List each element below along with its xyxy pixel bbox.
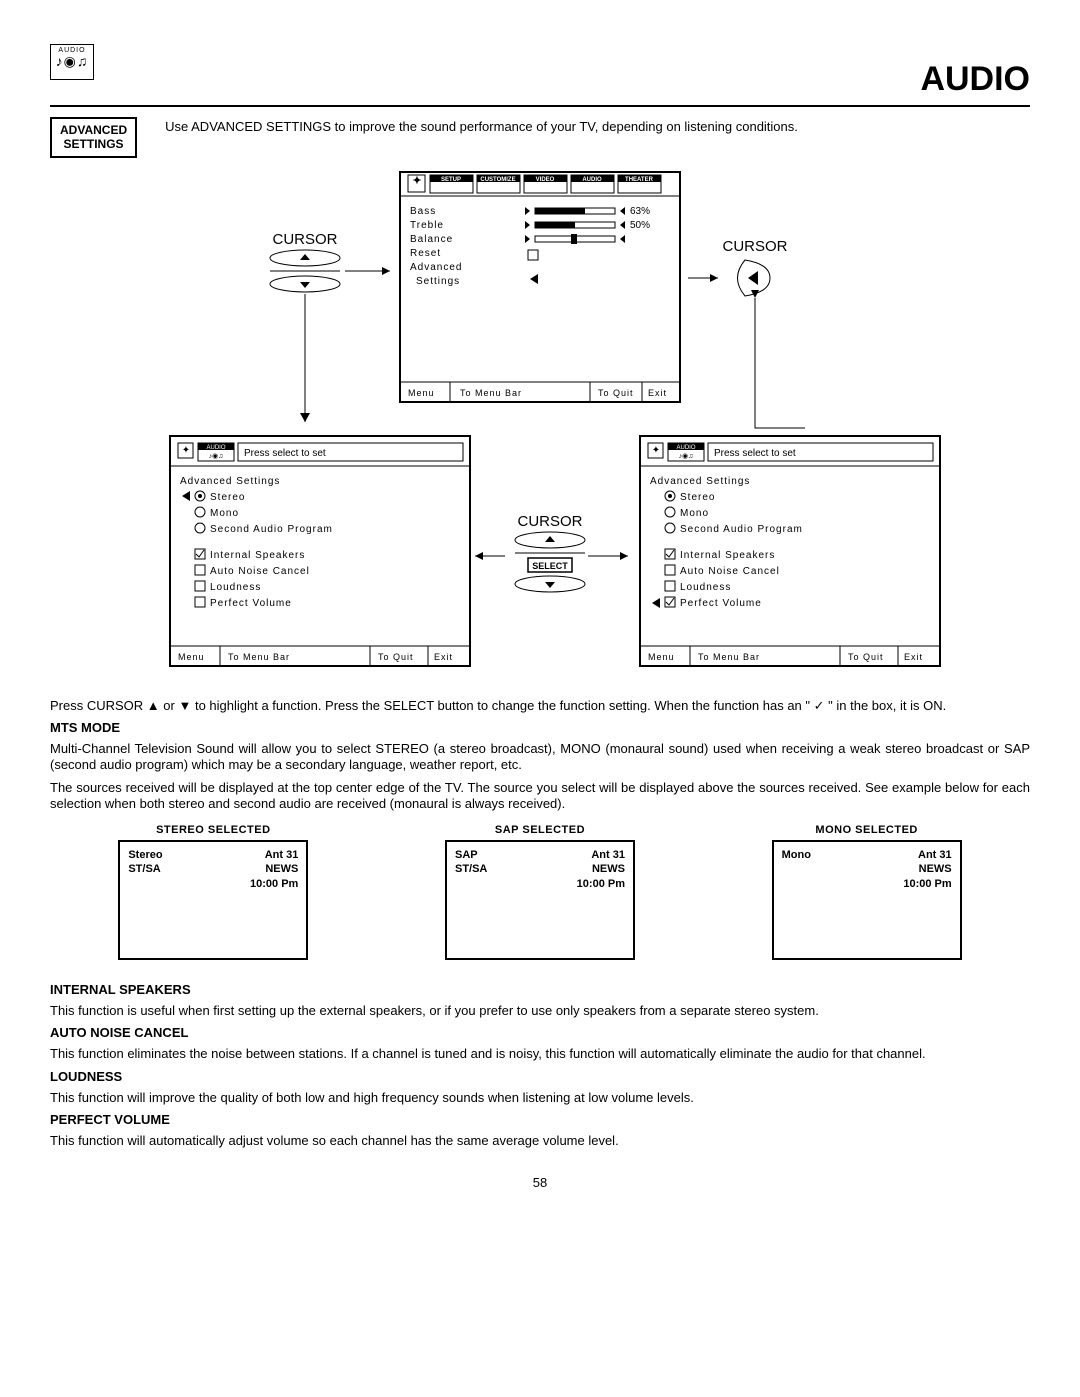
divider bbox=[50, 105, 1030, 107]
sap-l2: ST/SA bbox=[455, 862, 487, 876]
audio-corner-icon: AUDIO ♪◉♫ bbox=[50, 44, 94, 80]
stereo-r1: Ant 31 bbox=[250, 848, 298, 862]
cursor-label-left: CURSOR bbox=[272, 231, 337, 248]
subr-f-bar: To Menu Bar bbox=[698, 652, 760, 662]
sub-left-opt-stereo: Stereo bbox=[210, 492, 245, 503]
adv-line2: SETTINGS bbox=[64, 137, 124, 151]
sub-right-it-pv: Perfect Volume bbox=[680, 598, 762, 609]
subl-f-menu: Menu bbox=[178, 652, 205, 662]
main-footer-exit: Exit bbox=[648, 388, 667, 398]
sub-left-opt-mono: Mono bbox=[210, 508, 239, 519]
stereo-r3: 10:00 Pm bbox=[250, 877, 298, 891]
sub-right-it-anc: Auto Noise Cancel bbox=[680, 566, 780, 577]
subr-f-menu: Menu bbox=[648, 652, 675, 662]
sub-left-press: Press select to set bbox=[244, 448, 326, 459]
label-stereo-selected: STEREO SELECTED bbox=[118, 824, 308, 836]
label-mono-selected: MONO SELECTED bbox=[772, 824, 962, 836]
heading-loudness: LOUDNESS bbox=[50, 1069, 1030, 1084]
sub-right-icon-label: AUDIO bbox=[676, 445, 695, 451]
cursor-label-mid: CURSOR bbox=[517, 513, 582, 530]
box-stereo: Stereo ST/SA Ant 31 NEWS 10:00 Pm bbox=[118, 840, 308, 960]
tab-customize: CUSTOMIZE bbox=[480, 177, 515, 183]
sub-right-it-loud: Loudness bbox=[680, 582, 731, 593]
music-note-icon: ♪◉♫ bbox=[56, 54, 89, 68]
bass-value: 63% bbox=[630, 206, 650, 217]
para-cursor-instruction: Press CURSOR ▲ or ▼ to highlight a funct… bbox=[50, 698, 1030, 714]
svg-text:✦: ✦ bbox=[652, 445, 660, 456]
text-internal-speakers: This function is useful when first setti… bbox=[50, 1003, 1030, 1019]
sub-left-it-pv: Perfect Volume bbox=[210, 598, 292, 609]
select-button-label: SELECT bbox=[532, 561, 568, 571]
main-footer-bar: To Menu Bar bbox=[460, 388, 522, 398]
box-mono: Mono Ant 31 NEWS 10:00 Pm bbox=[772, 840, 962, 960]
mono-r1: Ant 31 bbox=[903, 848, 951, 862]
main-item-treble: Treble bbox=[410, 220, 444, 231]
text-anc: This function eliminates the noise betwe… bbox=[50, 1046, 1030, 1062]
heading-anc: AUTO NOISE CANCEL bbox=[50, 1025, 1030, 1040]
svg-text:✦: ✦ bbox=[182, 445, 190, 456]
label-sap-selected: SAP SELECTED bbox=[445, 824, 635, 836]
sub-right-press: Press select to set bbox=[714, 448, 796, 459]
subr-f-quit: To Quit bbox=[848, 652, 884, 662]
stereo-r2: NEWS bbox=[250, 862, 298, 876]
sap-r2: NEWS bbox=[577, 862, 625, 876]
heading-internal-speakers: INTERNAL SPEAKERS bbox=[50, 982, 1030, 997]
main-footer-quit: To Quit bbox=[598, 388, 634, 398]
advanced-settings-box: ADVANCED SETTINGS bbox=[50, 117, 137, 158]
sub-right-opt-stereo: Stereo bbox=[680, 492, 715, 503]
tab-theater: THEATER bbox=[625, 177, 654, 183]
sub-left-icon-label: AUDIO bbox=[206, 445, 225, 451]
text-loudness: This function will improve the quality o… bbox=[50, 1090, 1030, 1106]
stereo-l1: Stereo bbox=[128, 848, 162, 862]
mono-r3: 10:00 Pm bbox=[903, 877, 951, 891]
heading-perfect-volume: PERFECT VOLUME bbox=[50, 1112, 1030, 1127]
svg-text:♪◉♫: ♪◉♫ bbox=[209, 453, 224, 460]
sub-left-title: Advanced Settings bbox=[180, 476, 280, 487]
box-sap: SAP ST/SA Ant 31 NEWS 10:00 Pm bbox=[445, 840, 635, 960]
subl-f-bar: To Menu Bar bbox=[228, 652, 290, 662]
main-item-advanced: Advanced bbox=[410, 262, 462, 273]
tab-audio: AUDIO bbox=[582, 177, 602, 183]
main-item-settings: Settings bbox=[416, 276, 460, 287]
page-number: 58 bbox=[50, 1175, 1030, 1190]
sub-right-title: Advanced Settings bbox=[650, 476, 750, 487]
sub-right-it-int: Internal Speakers bbox=[680, 550, 775, 561]
sap-r3: 10:00 Pm bbox=[577, 877, 625, 891]
page-title: AUDIO bbox=[50, 60, 1030, 99]
sub-left-it-int: Internal Speakers bbox=[210, 550, 305, 561]
stereo-l2: ST/SA bbox=[128, 862, 162, 876]
intro-text: Use ADVANCED SETTINGS to improve the sou… bbox=[137, 117, 1030, 134]
tab-video: VIDEO bbox=[536, 177, 555, 183]
mono-r2: NEWS bbox=[903, 862, 951, 876]
mts-p1: Multi-Channel Television Sound will allo… bbox=[50, 741, 1030, 774]
sub-right-opt-mono: Mono bbox=[680, 508, 709, 519]
sub-right-opt-sap: Second Audio Program bbox=[680, 524, 803, 535]
cursor-label-right: CURSOR bbox=[722, 238, 787, 255]
mono-l1: Mono bbox=[782, 848, 811, 862]
subl-f-exit: Exit bbox=[434, 652, 453, 662]
svg-text:✦: ✦ bbox=[412, 175, 421, 187]
sap-l1: SAP bbox=[455, 848, 487, 862]
treble-value: 50% bbox=[630, 220, 650, 231]
svg-text:♪◉♫: ♪◉♫ bbox=[679, 453, 694, 460]
mts-p2: The sources received will be displayed a… bbox=[50, 780, 1030, 813]
main-item-reset: Reset bbox=[410, 248, 441, 259]
text-perfect-volume: This function will automatically adjust … bbox=[50, 1133, 1030, 1149]
main-item-balance: Balance bbox=[410, 234, 453, 245]
sub-left-it-anc: Auto Noise Cancel bbox=[210, 566, 310, 577]
sub-left-opt-sap: Second Audio Program bbox=[210, 524, 333, 535]
menu-diagram: ✦ SETUP CUSTOMIZE VIDEO AUDIO THEATER bbox=[90, 166, 990, 686]
main-item-bass: Bass bbox=[410, 206, 436, 217]
adv-line1: ADVANCED bbox=[60, 123, 127, 137]
sap-r1: Ant 31 bbox=[577, 848, 625, 862]
sub-left-it-loud: Loudness bbox=[210, 582, 261, 593]
subl-f-quit: To Quit bbox=[378, 652, 414, 662]
main-footer-menu: Menu bbox=[408, 388, 435, 398]
heading-mts: MTS MODE bbox=[50, 720, 1030, 735]
selection-examples: STEREO SELECTED Stereo ST/SA Ant 31 NEWS… bbox=[50, 824, 1030, 960]
subr-f-exit: Exit bbox=[904, 652, 923, 662]
tab-setup: SETUP bbox=[441, 177, 461, 183]
